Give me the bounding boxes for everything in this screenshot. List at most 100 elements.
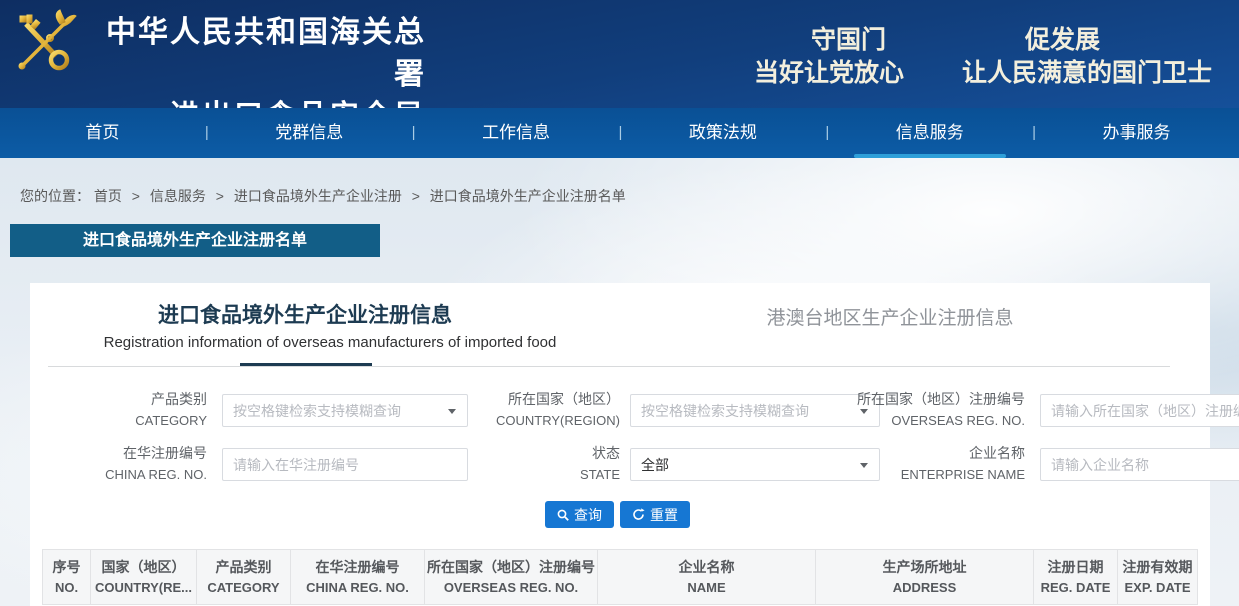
site-header: 中华人民共和国海关总署 进出口食品安全局 守国门促发展 当好让党放心让人民满意的… — [0, 0, 1239, 108]
tab-hk-macao-taiwan-registration[interactable]: 港澳台地区生产企业注册信息 — [766, 303, 1013, 330]
col-no-zh: 序号 — [45, 556, 88, 578]
col-china-reg-no: 在华注册编号CHINA REG. NO. — [291, 550, 425, 605]
results-table: 序号NO. 国家（地区）COUNTRY(RE... 产品类别CATEGORY 在… — [42, 549, 1198, 605]
china-reg-no-input[interactable] — [223, 449, 467, 480]
col-category: 产品类别CATEGORY — [197, 550, 291, 605]
col-enterprise-name-en: NAME — [600, 578, 813, 598]
china-reg-no-label-zh: 在华注册编号 — [60, 443, 207, 464]
country-label-en: COUNTRY(REGION) — [470, 410, 620, 431]
col-china-reg-no-en: CHINA REG. NO. — [293, 578, 422, 598]
refresh-icon — [632, 508, 645, 521]
col-overseas-reg-no-en: OVERSEAS REG. NO. — [427, 578, 595, 598]
col-country: 国家（地区）COUNTRY(RE... — [91, 550, 197, 605]
reset-button[interactable]: 重置 — [620, 501, 690, 528]
col-no-en: NO. — [45, 578, 88, 598]
breadcrumb: 您的位置： 首页 > 信息服务 > 进口食品境外生产企业注册 > 进口食品境外生… — [20, 186, 626, 206]
breadcrumb-prefix: 您的位置： — [20, 188, 90, 204]
state-label-zh: 状态 — [470, 443, 620, 464]
overseas-reg-no-label-zh: 所在国家（地区）注册编号 — [845, 389, 1025, 410]
col-country-en: COUNTRY(RE... — [93, 578, 194, 598]
slogan-line1: 守国门 促发展 — [811, 20, 1100, 56]
search-button[interactable]: 查询 — [545, 501, 614, 528]
breadcrumb-registration-list: 进口食品境外生产企业注册名单 — [430, 188, 626, 204]
china-reg-no-label-en: CHINA REG. NO. — [60, 464, 207, 485]
col-address-en: ADDRESS — [818, 578, 1031, 598]
state-select[interactable]: 全部 — [630, 448, 880, 481]
overseas-reg-no-label-en: OVERSEAS REG. NO. — [845, 410, 1025, 431]
col-enterprise-name: 企业名称NAME — [598, 550, 816, 605]
table-header-row: 序号NO. 国家（地区）COUNTRY(RE... 产品类别CATEGORY 在… — [43, 550, 1198, 605]
tab-divider-line — [48, 366, 1170, 367]
col-category-en: CATEGORY — [199, 578, 288, 598]
overseas-reg-no-field-box — [1040, 394, 1239, 427]
slogan2-part-b: 让人民满意的国门卫士 — [962, 59, 1212, 87]
category-label-en: CATEGORY — [60, 410, 207, 431]
form-actions: 查询 重置 — [545, 501, 690, 528]
col-overseas-reg-no: 所在国家（地区）注册编号OVERSEAS REG. NO. — [425, 550, 598, 605]
country-select[interactable]: 按空格键检索支持模糊查询 — [630, 394, 880, 427]
slogan-line2: 当好让党放心 让人民满意的国门卫士 — [754, 53, 1212, 89]
col-reg-date-zh: 注册日期 — [1036, 556, 1115, 578]
breadcrumb-home[interactable]: 首页 — [94, 188, 122, 204]
nav-item-home[interactable]: 首页 — [0, 108, 205, 158]
col-exp-date-en: EXP. DATE — [1120, 578, 1195, 598]
country-label: 所在国家（地区） COUNTRY(REGION) — [470, 389, 620, 431]
category-label-zh: 产品类别 — [60, 389, 207, 410]
tab-active-indicator — [240, 363, 372, 366]
col-no: 序号NO. — [43, 550, 91, 605]
tab-subtitle-english: Registration information of overseas man… — [104, 334, 557, 351]
category-label: 产品类别 CATEGORY — [60, 389, 207, 431]
enterprise-name-label-en: ENTERPRISE NAME — [845, 464, 1025, 485]
chevron-down-icon — [448, 409, 456, 414]
nav-item-info-service[interactable]: 信息服务 — [827, 108, 1032, 158]
enterprise-name-input[interactable] — [1041, 449, 1239, 480]
nav-item-work-info[interactable]: 工作信息 — [414, 108, 619, 158]
search-button-label: 查询 — [574, 505, 602, 525]
country-select-placeholder: 按空格键检索支持模糊查询 — [641, 401, 809, 421]
col-overseas-reg-no-zh: 所在国家（地区）注册编号 — [427, 556, 595, 578]
col-address: 生产场所地址ADDRESS — [816, 550, 1034, 605]
breadcrumb-registration[interactable]: 进口食品境外生产企业注册 — [234, 188, 402, 204]
section-title-banner: 进口食品境外生产企业注册名单 — [10, 224, 380, 257]
state-label-en: STATE — [470, 464, 620, 485]
org-title-line1: 中华人民共和国海关总署 — [76, 12, 426, 96]
overseas-reg-no-label: 所在国家（地区）注册编号 OVERSEAS REG. NO. — [845, 389, 1025, 431]
col-exp-date: 注册有效期EXP. DATE — [1118, 550, 1198, 605]
category-select-placeholder: 按空格键检索支持模糊查询 — [233, 401, 401, 421]
enterprise-name-label-zh: 企业名称 — [845, 443, 1025, 464]
china-reg-no-field-box — [222, 448, 468, 481]
slogan2-part-a: 当好让党放心 — [754, 59, 904, 87]
nav-item-policies[interactable]: 政策法规 — [620, 108, 825, 158]
slogan1-part-b: 促发展 — [1025, 26, 1100, 54]
col-exp-date-zh: 注册有效期 — [1120, 556, 1195, 578]
breadcrumb-separator: > — [412, 188, 420, 204]
col-category-zh: 产品类别 — [199, 556, 288, 578]
breadcrumb-separator: > — [216, 188, 224, 204]
enterprise-name-field-box — [1040, 448, 1239, 481]
col-enterprise-name-zh: 企业名称 — [600, 556, 813, 578]
breadcrumb-separator: > — [132, 188, 140, 204]
nav-item-online-service[interactable]: 办事服务 — [1034, 108, 1239, 158]
reset-button-label: 重置 — [650, 505, 678, 525]
customs-emblem-icon — [12, 8, 78, 74]
tab-overseas-registration[interactable]: 进口食品境外生产企业注册信息 — [158, 299, 452, 329]
state-select-value: 全部 — [641, 455, 669, 475]
enterprise-name-label: 企业名称 ENTERPRISE NAME — [845, 443, 1025, 485]
breadcrumb-info-service[interactable]: 信息服务 — [150, 188, 206, 204]
overseas-reg-no-input[interactable] — [1041, 395, 1239, 426]
col-reg-date-en: REG. DATE — [1036, 578, 1115, 598]
state-label: 状态 STATE — [470, 443, 620, 485]
category-select[interactable]: 按空格键检索支持模糊查询 — [222, 394, 468, 427]
country-label-zh: 所在国家（地区） — [470, 389, 620, 410]
slogan1-part-a: 守国门 — [811, 26, 886, 54]
col-reg-date: 注册日期REG. DATE — [1034, 550, 1118, 605]
nav-item-party-info[interactable]: 党群信息 — [207, 108, 412, 158]
col-china-reg-no-zh: 在华注册编号 — [293, 556, 422, 578]
main-nav: 首页 | 党群信息 | 工作信息 | 政策法规 | 信息服务 | 办事服务 — [0, 108, 1239, 158]
page: 中华人民共和国海关总署 进出口食品安全局 守国门促发展 当好让党放心让人民满意的… — [0, 0, 1239, 606]
search-icon — [557, 509, 569, 521]
nav-item-info-service-label: 信息服务 — [896, 123, 964, 142]
col-country-zh: 国家（地区） — [93, 556, 194, 578]
china-reg-no-label: 在华注册编号 CHINA REG. NO. — [60, 443, 207, 485]
col-address-zh: 生产场所地址 — [818, 556, 1031, 578]
